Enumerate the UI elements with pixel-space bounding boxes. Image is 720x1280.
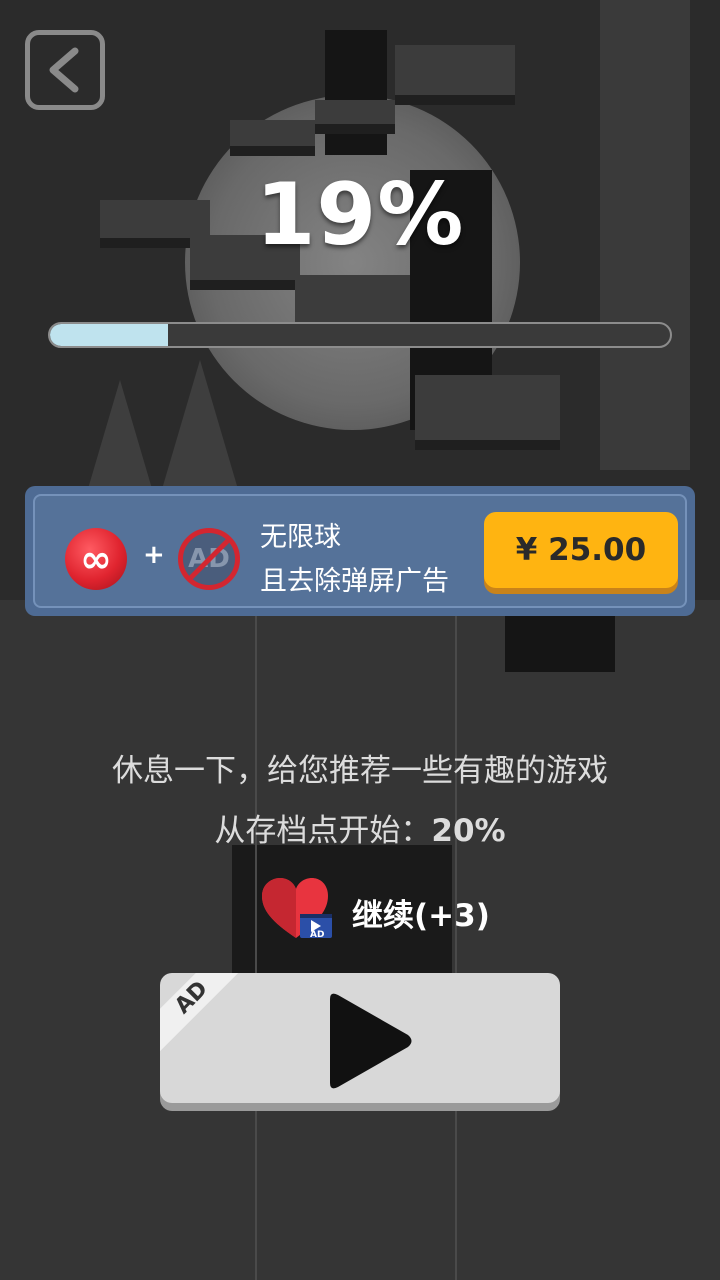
infinite-ball-icon: ∞ bbox=[65, 528, 127, 590]
continue-option[interactable]: AD 继续(+3) bbox=[262, 878, 562, 948]
tile-block bbox=[415, 375, 560, 450]
level-progress-fill bbox=[50, 324, 168, 346]
offer-description: 无限球 且去除弹屏广告 bbox=[260, 516, 449, 604]
offer-panel: ∞ + AD 无限球 且去除弹屏广告 ¥ 25.00 bbox=[25, 486, 695, 616]
no-ad-icon: AD bbox=[178, 528, 240, 590]
back-button[interactable] bbox=[25, 30, 105, 110]
level-progress-bar bbox=[48, 322, 672, 348]
infinity-symbol: ∞ bbox=[80, 537, 112, 581]
video-ad-badge: AD bbox=[310, 930, 325, 940]
tile-block bbox=[315, 100, 395, 134]
watch-ad-play-button[interactable]: AD bbox=[160, 973, 560, 1103]
tile-block bbox=[230, 120, 315, 156]
tile-block bbox=[395, 45, 515, 105]
offer-panel-inner: ∞ + AD 无限球 且去除弹屏广告 ¥ 25.00 bbox=[33, 494, 687, 608]
rest-message: 休息一下，给您推荐一些有趣的游戏 bbox=[112, 753, 608, 789]
checkpoint-label: 从存档点开始： bbox=[214, 813, 432, 849]
tower-pillar bbox=[325, 30, 387, 155]
ad-corner-label: AD bbox=[160, 973, 246, 1052]
offer-title: 无限球 bbox=[260, 522, 341, 553]
continue-label: 继续(+3) bbox=[352, 898, 490, 934]
plus-sign: + bbox=[143, 540, 165, 570]
offer-subtitle: 且去除弹屏广告 bbox=[260, 566, 449, 597]
heart-video-icon: AD bbox=[262, 878, 332, 944]
buy-button[interactable]: ¥ 25.00 bbox=[484, 512, 678, 588]
checkpoint-value: 20% bbox=[431, 813, 506, 849]
level-percent: 19% bbox=[255, 165, 465, 265]
checkpoint-message: 从存档点开始：20% bbox=[0, 805, 720, 850]
play-icon bbox=[330, 993, 412, 1089]
lane-line bbox=[255, 600, 257, 1280]
back-arrow-icon bbox=[49, 47, 79, 93]
